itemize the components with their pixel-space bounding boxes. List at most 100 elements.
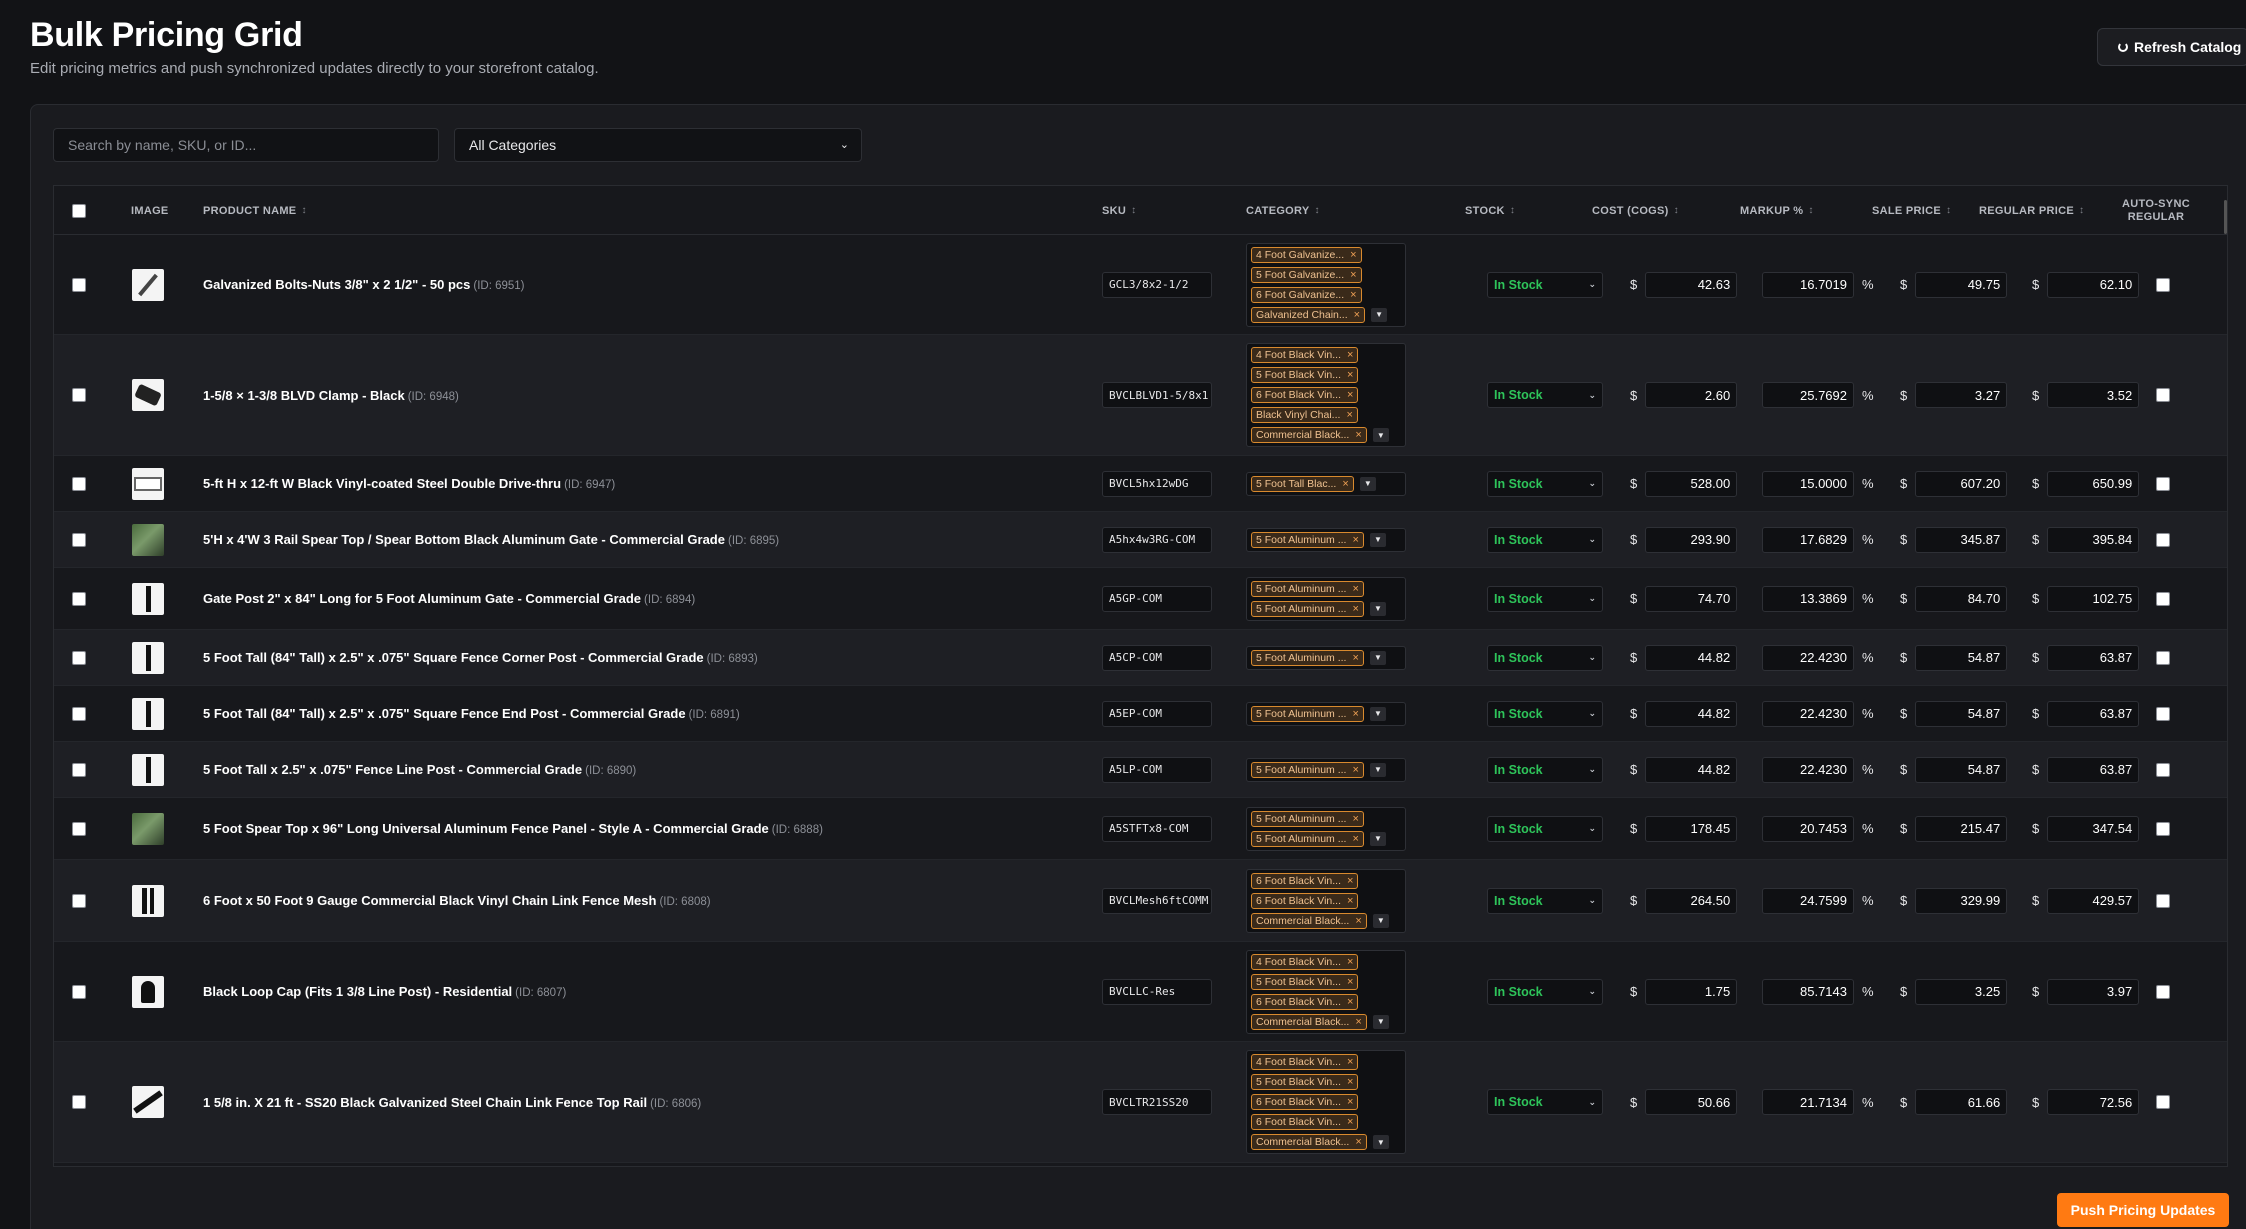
markup-input[interactable]: 21.7134 — [1762, 1089, 1854, 1115]
sale-price-input[interactable]: 329.99 — [1915, 887, 2008, 914]
auto-sync-checkbox[interactable] — [2156, 821, 2170, 836]
auto-sync-checkbox[interactable] — [2156, 1095, 2170, 1109]
row-checkbox[interactable] — [72, 762, 86, 777]
category-multiselect[interactable]: 5 Foot Aluminum ... × ▼ — [1246, 757, 1406, 782]
remove-tag-icon[interactable]: × — [1352, 764, 1358, 776]
markup-input[interactable]: 17.6829 — [1762, 526, 1854, 553]
remove-tag-icon[interactable]: × — [1350, 289, 1356, 301]
sku-input[interactable]: BVCLTR21SS20 — [1102, 1089, 1212, 1115]
remove-tag-icon[interactable]: × — [1346, 409, 1352, 421]
category-multiselect[interactable]: 4 Foot Galvanize... × 5 Foot Galvanize... ×… — [1246, 242, 1406, 327]
stock-select[interactable]: In Stock ⌄ — [1487, 700, 1603, 727]
markup-input[interactable]: 24.7599 — [1762, 887, 1854, 914]
sku-input[interactable]: BVCLLC-Res — [1102, 978, 1212, 1005]
cost-input[interactable]: 44.82 — [1645, 756, 1738, 783]
category-multiselect[interactable]: 5 Foot Aluminum ... × ▼ — [1246, 645, 1406, 670]
auto-sync-checkbox[interactable] — [2156, 650, 2170, 665]
remove-tag-icon[interactable]: × — [1352, 583, 1358, 595]
stock-select[interactable]: In Stock ⌄ — [1487, 978, 1603, 1005]
sale-price-input[interactable]: 54.87 — [1915, 756, 2008, 783]
category-multiselect[interactable]: 4 Foot Black Vin... × 5 Foot Black Vin... ×… — [1246, 949, 1406, 1034]
remove-tag-icon[interactable]: × — [1352, 708, 1358, 720]
stock-select[interactable]: In Stock ⌄ — [1487, 585, 1603, 612]
cost-input[interactable]: 50.66 — [1645, 1089, 1738, 1115]
category-dropdown-icon[interactable]: ▼ — [1372, 1135, 1389, 1149]
sku-input[interactable]: GCL3/8x2-1/2 — [1102, 271, 1212, 298]
row-checkbox[interactable] — [72, 277, 86, 292]
markup-input[interactable]: 16.7019 — [1762, 271, 1854, 298]
category-dropdown-icon[interactable]: ▼ — [1372, 428, 1389, 442]
category-dropdown-icon[interactable]: ▼ — [1369, 601, 1386, 616]
category-dropdown-icon[interactable]: ▼ — [1369, 532, 1386, 547]
auto-sync-checkbox[interactable] — [2156, 893, 2170, 908]
row-checkbox[interactable] — [72, 591, 86, 606]
remove-tag-icon[interactable]: × — [1347, 895, 1353, 907]
stock-select[interactable]: In Stock ⌄ — [1487, 470, 1603, 497]
scrollbar-thumb[interactable] — [2224, 200, 2227, 234]
row-checkbox[interactable] — [72, 893, 86, 908]
sku-input[interactable]: A5STFTx8-COM — [1102, 815, 1212, 842]
category-multiselect[interactable]: 6 Foot Black Vin... × 6 Foot Black Vin... ×… — [1246, 868, 1406, 933]
cost-input[interactable]: 178.45 — [1645, 815, 1738, 842]
col-sale-price[interactable]: SALE PRICE ↕ — [1872, 186, 1951, 235]
auto-sync-checkbox[interactable] — [2156, 591, 2170, 606]
push-pricing-updates-button[interactable]: Push Pricing Updates — [2057, 1193, 2229, 1227]
row-checkbox[interactable] — [72, 1095, 86, 1109]
markup-input[interactable]: 85.7143 — [1762, 978, 1854, 1005]
remove-tag-icon[interactable]: × — [1347, 996, 1353, 1008]
category-multiselect[interactable]: 4 Foot Black Vin... × 5 Foot Black Vin... ×… — [1246, 1050, 1406, 1154]
sku-input[interactable]: A5CP-COM — [1102, 644, 1212, 671]
category-dropdown-icon[interactable]: ▼ — [1359, 476, 1376, 491]
col-product-name[interactable]: PRODUCT NAME ↕ — [203, 186, 307, 235]
stock-select[interactable]: In Stock ⌄ — [1487, 526, 1603, 553]
cost-input[interactable]: 1.75 — [1645, 978, 1738, 1005]
stock-select[interactable]: In Stock ⌄ — [1487, 1089, 1603, 1115]
markup-input[interactable]: 13.3869 — [1762, 585, 1854, 612]
remove-tag-icon[interactable]: × — [1350, 249, 1356, 261]
markup-input[interactable]: 22.4230 — [1762, 644, 1854, 671]
category-multiselect[interactable]: 5 Foot Aluminum ... × ▼ — [1246, 701, 1406, 726]
remove-tag-icon[interactable]: × — [1347, 1076, 1353, 1088]
refresh-catalog-button[interactable]: Refresh Catalog — [2097, 28, 2246, 66]
regular-price-input[interactable]: 650.99 — [2047, 470, 2140, 497]
sku-input[interactable]: A5LP-COM — [1102, 756, 1212, 783]
markup-input[interactable]: 22.4230 — [1762, 756, 1854, 783]
markup-input[interactable]: 22.4230 — [1762, 700, 1854, 727]
regular-price-input[interactable]: 347.54 — [2047, 815, 2140, 842]
cost-input[interactable]: 264.50 — [1645, 887, 1738, 914]
sale-price-input[interactable]: 84.70 — [1915, 585, 2008, 612]
auto-sync-checkbox[interactable] — [2156, 388, 2170, 402]
remove-tag-icon[interactable]: × — [1347, 956, 1353, 968]
regular-price-input[interactable]: 63.87 — [2047, 700, 2140, 727]
row-checkbox[interactable] — [72, 388, 86, 402]
stock-select[interactable]: In Stock ⌄ — [1487, 271, 1603, 298]
row-checkbox[interactable] — [72, 706, 86, 721]
row-checkbox[interactable] — [72, 821, 86, 836]
remove-tag-icon[interactable]: × — [1352, 813, 1358, 825]
remove-tag-icon[interactable]: × — [1347, 1096, 1353, 1108]
markup-input[interactable]: 15.0000 — [1762, 470, 1854, 497]
remove-tag-icon[interactable]: × — [1347, 389, 1353, 401]
remove-tag-icon[interactable]: × — [1347, 976, 1353, 988]
regular-price-input[interactable]: 3.52 — [2047, 382, 2140, 408]
remove-tag-icon[interactable]: × — [1347, 369, 1353, 381]
remove-tag-icon[interactable]: × — [1347, 1116, 1353, 1128]
markup-input[interactable]: 25.7692 — [1762, 382, 1854, 408]
sale-price-input[interactable]: 54.87 — [1915, 700, 2008, 727]
category-dropdown-icon[interactable]: ▼ — [1371, 307, 1388, 322]
category-select[interactable]: All Categories ⌄ — [454, 128, 862, 162]
auto-sync-checkbox[interactable] — [2156, 762, 2170, 777]
select-all-checkbox[interactable] — [72, 203, 86, 218]
remove-tag-icon[interactable]: × — [1342, 478, 1348, 490]
stock-select[interactable]: In Stock ⌄ — [1487, 644, 1603, 671]
sale-price-input[interactable]: 49.75 — [1915, 271, 2008, 298]
remove-tag-icon[interactable]: × — [1347, 875, 1353, 887]
auto-sync-checkbox[interactable] — [2156, 277, 2170, 292]
sale-price-input[interactable]: 3.27 — [1915, 382, 2008, 408]
category-dropdown-icon[interactable]: ▼ — [1372, 1014, 1389, 1029]
cost-input[interactable]: 74.70 — [1645, 585, 1738, 612]
sale-price-input[interactable]: 345.87 — [1915, 526, 2008, 553]
sale-price-input[interactable]: 3.25 — [1915, 978, 2008, 1005]
sku-input[interactable]: A5GP-COM — [1102, 585, 1212, 612]
remove-tag-icon[interactable]: × — [1355, 1136, 1361, 1148]
